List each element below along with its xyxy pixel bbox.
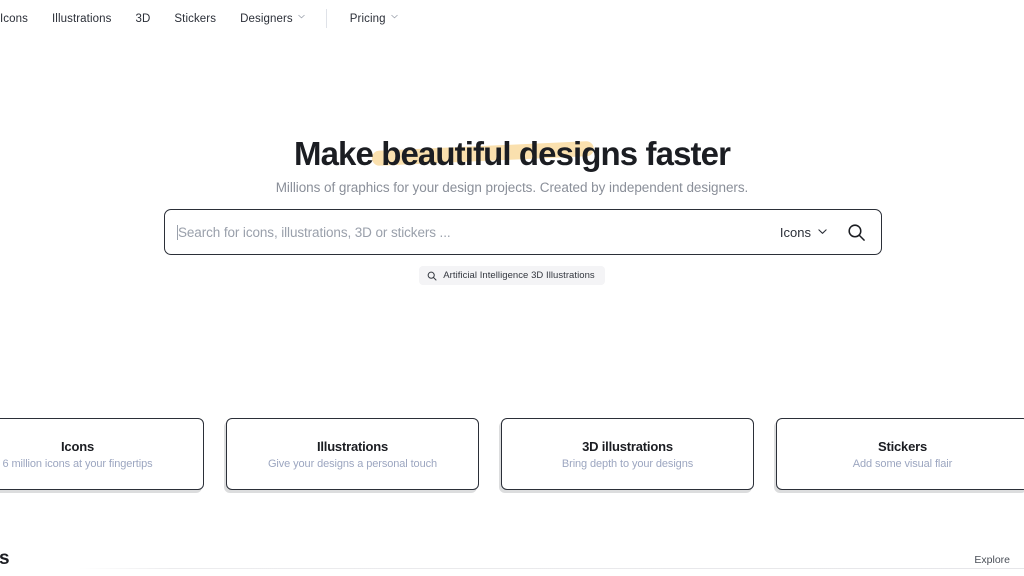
section-header: Icons Explore xyxy=(0,548,1024,576)
card-subtitle: 6 million icons at your fingertips xyxy=(2,457,153,470)
search-suggestion-chip[interactable]: Artificial Intelligence 3D Illustrations xyxy=(419,266,605,285)
category-cards: Icons 6 million icons at your fingertips… xyxy=(0,418,1024,490)
explore-link[interactable]: Explore xyxy=(974,554,1010,566)
section-title: Icons xyxy=(0,548,10,569)
search-submit-button[interactable] xyxy=(845,221,867,243)
category-card-icons[interactable]: Icons 6 million icons at your fingertips xyxy=(0,418,204,490)
nav-item-label: Designers xyxy=(240,12,293,25)
search-suggestion-label: Artificial Intelligence 3D Illustrations xyxy=(443,270,595,281)
nav-items: Icons Illustrations 3D Stickers Designer… xyxy=(0,9,410,29)
search-input-area[interactable]: Search for icons, illustrations, 3D or s… xyxy=(175,210,780,254)
card-subtitle: Add some visual flair xyxy=(852,457,953,470)
chevron-down-icon xyxy=(298,13,305,20)
card-title: 3D illustrations xyxy=(582,438,673,454)
category-card-3d-illustrations[interactable]: 3D illustrations Bring depth to your des… xyxy=(501,418,754,490)
chevron-down-icon xyxy=(390,13,398,20)
top-navigation: Icons Illustrations 3D Stickers Designer… xyxy=(0,0,1024,37)
search-input[interactable]: Search for icons, illustrations, 3D or s… xyxy=(178,225,451,240)
chevron-down-icon xyxy=(818,227,827,236)
search-icon xyxy=(427,271,437,280)
nav-item-label: Illustrations xyxy=(52,12,112,25)
nav-item-label: Stickers xyxy=(174,12,217,25)
search-type-dropdown[interactable]: Icons xyxy=(780,225,827,240)
card-subtitle: Give your designs a personal touch xyxy=(267,457,438,470)
page-subtitle: Millions of graphics for your design pro… xyxy=(275,180,749,195)
search-icon xyxy=(847,223,865,241)
page-root: Icons Illustrations 3D Stickers Designer… xyxy=(0,0,1024,576)
card-title: Stickers xyxy=(878,438,927,454)
nav-item-stickers[interactable]: Stickers xyxy=(162,9,228,29)
category-card-stickers[interactable]: Stickers Add some visual flair xyxy=(776,418,1024,490)
nav-item-icons[interactable]: Icons xyxy=(0,9,40,29)
nav-item-label: Icons xyxy=(0,12,28,25)
nav-divider xyxy=(325,9,327,28)
nav-item-label: 3D xyxy=(135,12,151,25)
nav-item-designers[interactable]: Designers xyxy=(228,9,317,29)
nav-item-3d[interactable]: 3D xyxy=(123,9,162,29)
search-type-label: Icons xyxy=(779,224,811,240)
category-card-illustrations[interactable]: Illustrations Give your designs a person… xyxy=(226,418,479,490)
card-title: Icons xyxy=(61,438,94,454)
nav-item-pricing[interactable]: Pricing xyxy=(338,9,410,29)
page-title: Make beautiful designs faster xyxy=(293,134,731,174)
page-title-wrapper: Make beautiful designs faster xyxy=(0,134,1024,174)
nav-item-label: Pricing xyxy=(349,12,386,25)
page-title-text: Make beautiful designs faster xyxy=(293,135,731,172)
section-divider xyxy=(78,568,1024,569)
card-title: Illustrations xyxy=(316,438,389,454)
nav-item-illustrations[interactable]: Illustrations xyxy=(40,9,123,29)
search-suggestions: Artificial Intelligence 3D Illustrations xyxy=(0,266,1024,285)
card-subtitle: Bring depth to your designs xyxy=(561,457,694,470)
search-bar[interactable]: Search for icons, illustrations, 3D or s… xyxy=(164,209,882,255)
